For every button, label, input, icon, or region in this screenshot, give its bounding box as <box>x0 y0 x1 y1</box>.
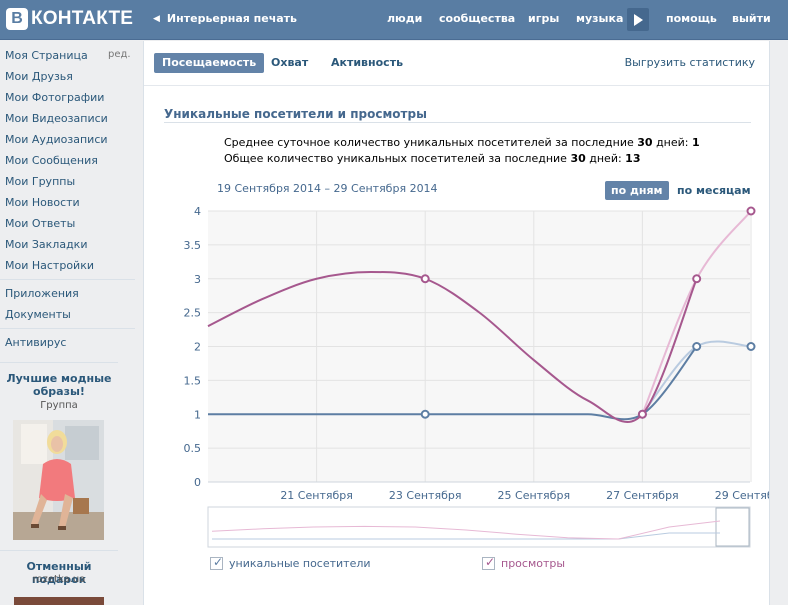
nav-logout[interactable]: выйти <box>732 12 771 25</box>
stats-panel: Посещаемость Охват Активность Выгрузить … <box>143 41 770 605</box>
top-header: В КОНТАКТЕ ◀ Интерьерная печать люди соо… <box>0 0 788 40</box>
ad-subtitle: rozetka.ua <box>32 574 86 585</box>
data-point <box>692 342 702 351</box>
legend-label: уникальные посетители <box>229 557 371 570</box>
sidebar-item-videos[interactable]: Мои Видеозаписи <box>5 110 108 128</box>
sidebar-divider <box>0 550 118 551</box>
back-link[interactable]: ◀ Интерьерная печать <box>153 12 297 25</box>
sidebar-item-bookmarks[interactable]: Мои Закладки <box>5 236 87 254</box>
sidebar-item-messages[interactable]: Мои Сообщения <box>5 152 98 170</box>
x-tick-label: 21 Сентября <box>280 489 353 502</box>
left-sidebar: ред. Моя Страница Мои Друзья Мои Фотогра… <box>0 40 135 605</box>
y-tick-label: 1.5 <box>184 374 202 387</box>
checkbox-views[interactable]: ✓ <box>482 555 496 570</box>
y-tick-label: 4 <box>194 205 201 218</box>
nav-communities[interactable]: сообщества <box>439 12 515 25</box>
sidebar-item-answers[interactable]: Мои Ответы <box>5 215 75 233</box>
nav-people[interactable]: люди <box>387 12 422 25</box>
sidebar-item-groups[interactable]: Мои Группы <box>5 173 75 191</box>
sidebar-item-news[interactable]: Мои Новости <box>5 194 80 212</box>
back-link-label: Интерьерная печать <box>166 12 298 25</box>
check-icon: ✓ <box>485 555 496 569</box>
data-point <box>746 206 756 216</box>
ad-subtitle: Группа <box>40 400 78 411</box>
ad-title[interactable]: Лучшие модные образы! <box>0 372 118 398</box>
legend-label: просмотры <box>501 557 566 570</box>
data-point <box>692 274 702 284</box>
play-icon <box>634 13 643 26</box>
x-tick-label: 25 Сентября <box>498 489 571 502</box>
nav-games[interactable]: игры <box>528 12 559 25</box>
y-tick-label: 0.5 <box>184 442 202 455</box>
x-tick-label: 29 Сентября <box>715 489 769 502</box>
sidebar-item-settings[interactable]: Мои Настройки <box>5 257 94 275</box>
vk-logo-text: КОНТАКТЕ <box>31 8 134 29</box>
sidebar-item-photos[interactable]: Мои Фотографии <box>5 89 104 107</box>
visitors-chart[interactable]: 0 0.5 1 1.5 2 2.5 3 3.5 4 21 Сентября 23 Сентября 2… <box>144 41 769 561</box>
sidebar-item-audio[interactable]: Мои Аудиозаписи <box>5 131 108 149</box>
y-tick-label: 1 <box>194 408 201 421</box>
sidebar-divider <box>0 362 118 363</box>
y-tick-label: 3.5 <box>184 239 202 252</box>
legend-visitors[interactable]: ✓ уникальные посетители <box>210 555 371 570</box>
nav-music[interactable]: музыка <box>576 12 623 25</box>
checkbox-visitors[interactable]: ✓ <box>210 555 224 570</box>
back-arrow-icon: ◀ <box>153 13 160 24</box>
sidebar-item-my-page[interactable]: Моя Страница <box>5 47 88 65</box>
sidebar-item-documents[interactable]: Документы <box>5 306 71 324</box>
navigator-handle <box>715 507 750 547</box>
data-point <box>420 274 430 284</box>
y-tick-label: 2.5 <box>184 307 202 320</box>
sidebar-item-friends[interactable]: Мои Друзья <box>5 68 73 86</box>
nav-help[interactable]: помощь <box>666 12 717 25</box>
y-tick-label: 0 <box>194 476 201 489</box>
data-point <box>637 409 647 419</box>
x-tick-label: 27 Сентября <box>606 489 679 502</box>
sidebar-divider <box>0 279 135 280</box>
data-point <box>746 342 756 351</box>
legend-views[interactable]: ✓ просмотры <box>482 555 566 570</box>
vk-logo-icon: В <box>6 8 28 30</box>
sidebar-divider <box>0 328 135 329</box>
ad-image[interactable] <box>14 597 104 605</box>
x-tick-label: 23 Сентября <box>389 489 462 502</box>
ad-image[interactable] <box>13 420 104 540</box>
y-tick-label: 2 <box>194 341 201 354</box>
vk-logo[interactable]: В КОНТАКТЕ <box>6 7 133 31</box>
edit-link[interactable]: ред. <box>108 49 131 60</box>
data-point <box>420 409 430 419</box>
music-play-button[interactable] <box>627 8 649 31</box>
sidebar-item-antivirus[interactable]: Антивирус <box>5 334 66 352</box>
y-tick-label: 3 <box>194 273 201 286</box>
check-icon: ✓ <box>213 555 224 569</box>
sidebar-item-apps[interactable]: Приложения <box>5 285 79 303</box>
